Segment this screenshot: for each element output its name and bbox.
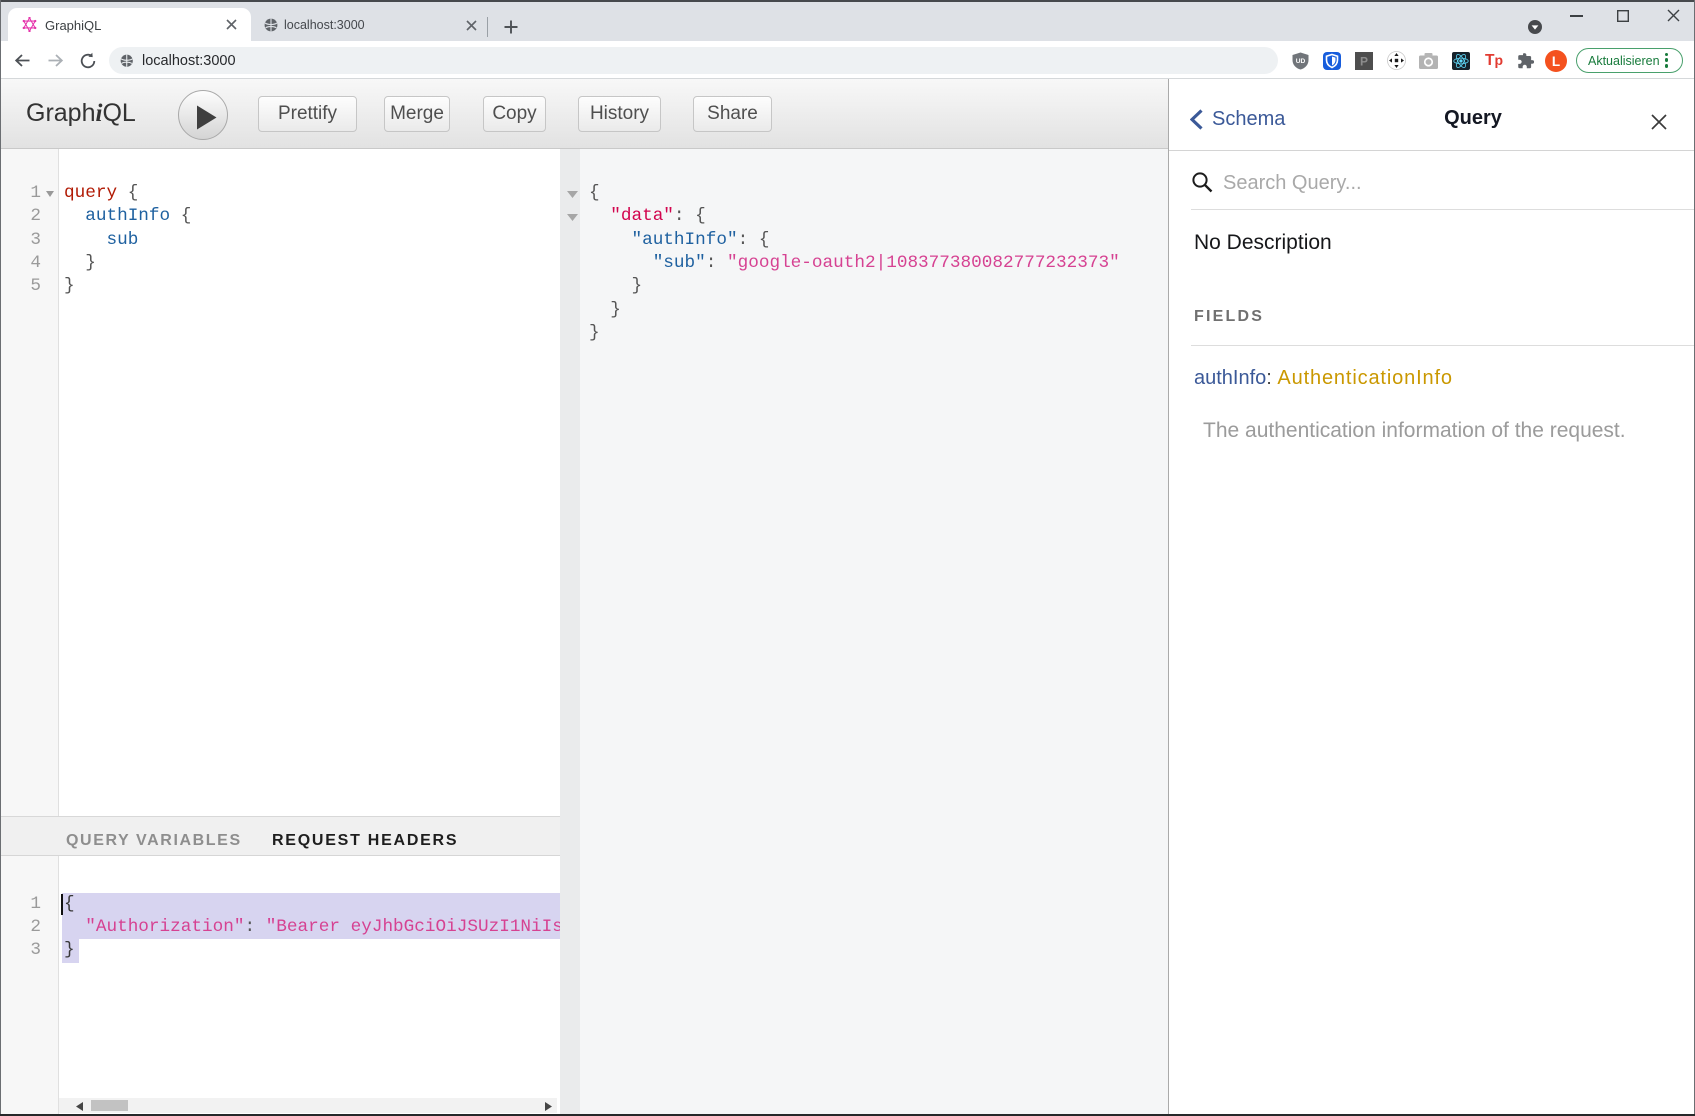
svg-text:P: P xyxy=(1360,55,1368,69)
svg-text:UD: UD xyxy=(1296,58,1306,65)
